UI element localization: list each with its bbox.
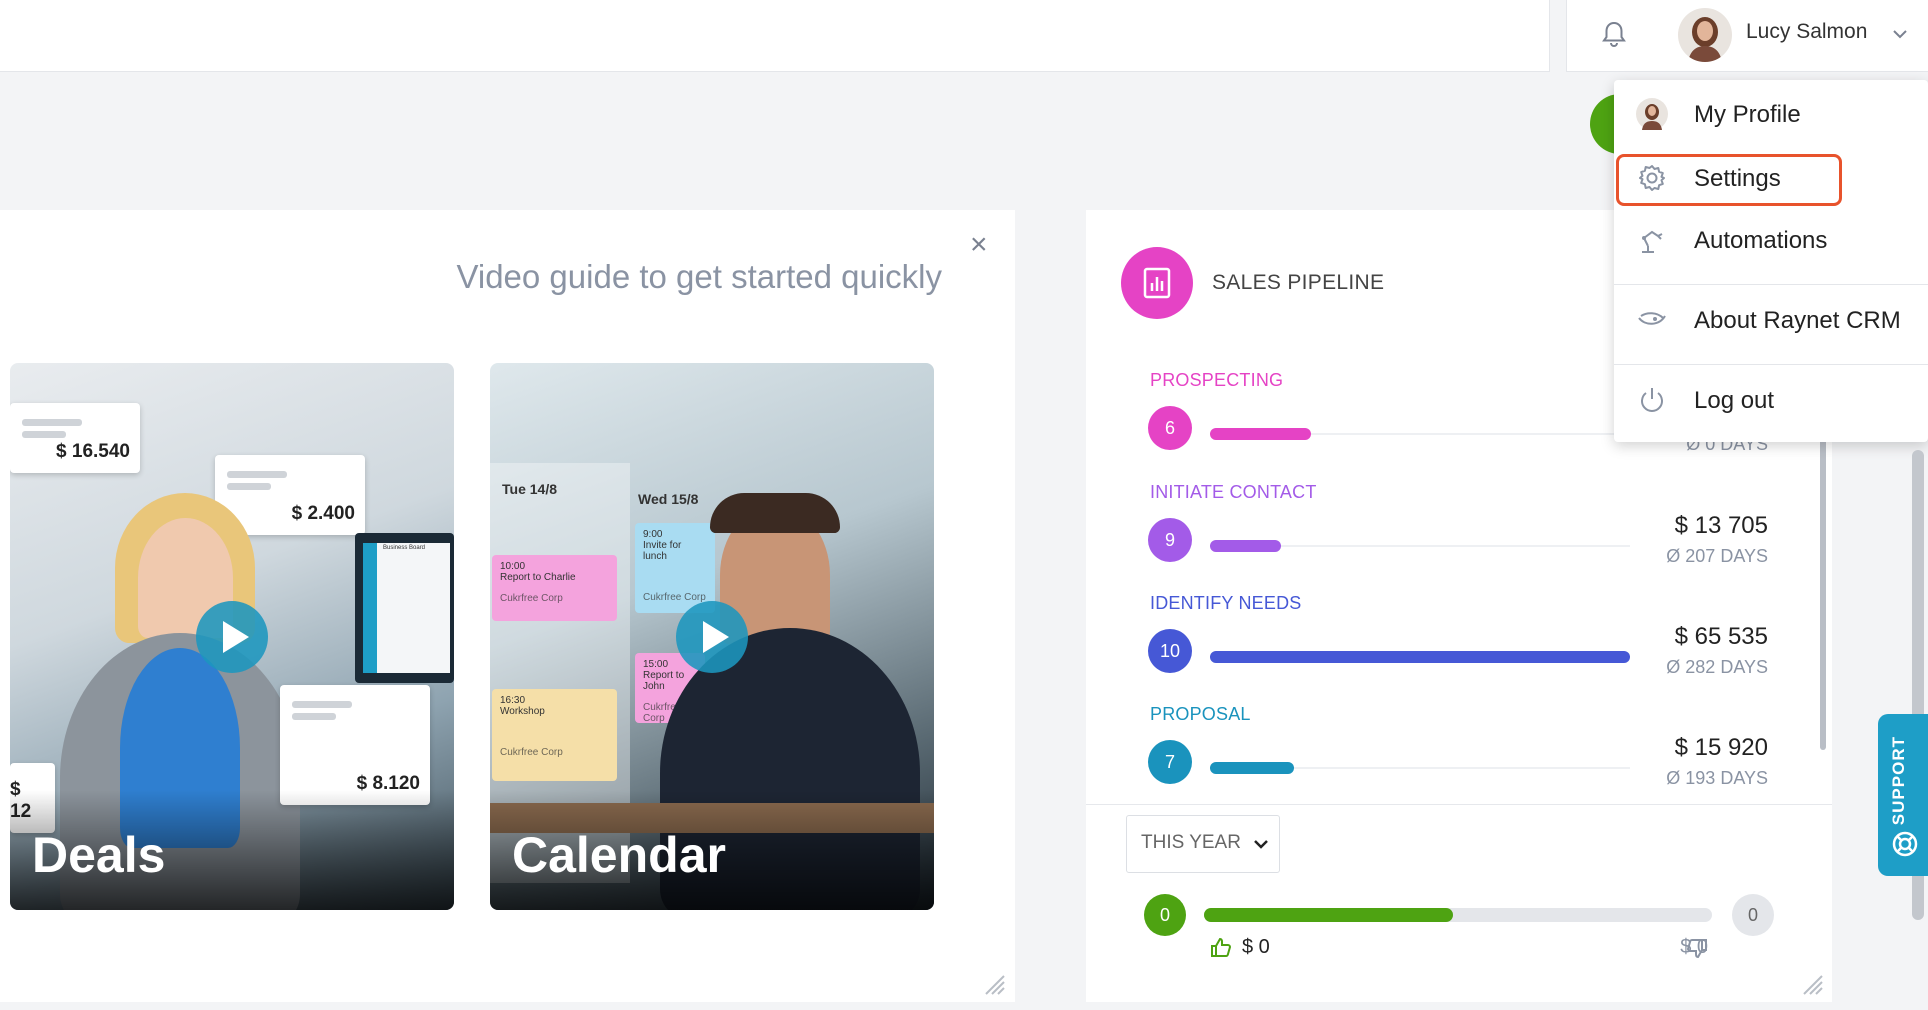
video-tile-label: Deals xyxy=(32,827,166,883)
raynet-logo-icon xyxy=(1638,312,1666,325)
stage-days: Ø 207 DAYS xyxy=(1666,546,1768,566)
stage-progress-bar xyxy=(1210,762,1294,774)
stage-name: PROPOSAL xyxy=(1150,704,1251,724)
bell-icon[interactable] xyxy=(1598,18,1630,50)
chart-icon xyxy=(1121,247,1193,319)
menu-item-label: Automations xyxy=(1694,227,1828,254)
close-icon[interactable]: × xyxy=(970,228,988,262)
monitor: Business Board xyxy=(355,533,454,683)
pipeline-title: SALES PIPELINE xyxy=(1212,271,1385,294)
resize-handle-icon[interactable] xyxy=(982,972,1006,996)
play-icon[interactable] xyxy=(676,601,748,673)
video-guide-title: Video guide to get started quickly xyxy=(456,258,942,295)
video-tile-label: Calendar xyxy=(512,827,726,883)
power-icon xyxy=(1641,388,1663,412)
top-bar xyxy=(0,0,1550,72)
settings-highlight xyxy=(1616,154,1842,206)
period-label: THIS YEAR xyxy=(1141,832,1241,853)
stage-days: Ø 282 DAYS xyxy=(1666,657,1768,677)
person-hair xyxy=(710,493,840,533)
stage-count-badge: 9 xyxy=(1148,518,1192,562)
menu-item-my-profile[interactable]: My Profile xyxy=(1614,86,1928,142)
avatar-icon xyxy=(1636,98,1668,130)
stage-amount: $ 15 920 xyxy=(1674,734,1768,761)
menu-item-about[interactable]: About Raynet CRM xyxy=(1614,292,1928,348)
support-label: SUPPORT xyxy=(1889,736,1908,826)
video-guide-card: Video guide to get started quickly × $ 1… xyxy=(0,210,1015,1002)
user-name[interactable]: Lucy Salmon xyxy=(1746,20,1867,44)
chevron-down-icon xyxy=(1254,840,1268,849)
chevron-down-icon[interactable] xyxy=(1890,24,1910,44)
menu-divider xyxy=(1614,284,1928,285)
lost-count-badge: 0 xyxy=(1732,894,1774,936)
divider xyxy=(1086,804,1832,805)
stage-progress-bar xyxy=(1210,651,1630,663)
won-progress-bar xyxy=(1204,908,1453,922)
calendar-note: 10:00 Report to Charlie Cukrfree Corp xyxy=(492,555,617,621)
menu-item-label: My Profile xyxy=(1694,101,1801,128)
robot-arm-icon xyxy=(1642,230,1663,253)
stage-amount: $ 13 705 xyxy=(1674,512,1768,539)
stage-progress-bar xyxy=(1210,540,1281,552)
stage-amount: $ 65 535 xyxy=(1674,623,1768,650)
stage-name: INITIATE CONTACT xyxy=(1150,482,1317,502)
lifebuoy-icon xyxy=(1892,831,1918,857)
floating-card: $ 16.540 xyxy=(10,403,140,473)
period-select[interactable]: THIS YEAR xyxy=(1126,815,1280,873)
stage-count-badge: 7 xyxy=(1148,740,1192,784)
menu-item-logout[interactable]: Log out xyxy=(1614,372,1928,428)
stage-name: PROSPECTING xyxy=(1150,370,1284,390)
play-icon[interactable] xyxy=(196,601,268,673)
stage-progress-bar xyxy=(1210,428,1311,440)
stage-days: Ø 193 DAYS xyxy=(1666,768,1768,788)
stage-count-badge: 6 xyxy=(1148,406,1192,450)
floating-card: $ 8.120 xyxy=(280,685,430,805)
date-label: Tue 14/8 xyxy=(502,481,557,497)
calendar-note: 9:00 Invite for lunch Cukrfree Corp xyxy=(635,523,715,613)
menu-divider xyxy=(1614,364,1928,365)
menu-item-label: Log out xyxy=(1694,387,1775,414)
calendar-note: 16:30 Workshop Cukrfree Corp xyxy=(492,689,617,781)
avatar[interactable] xyxy=(1678,8,1732,62)
stage-name: IDENTIFY NEEDS xyxy=(1150,593,1302,613)
won-amount: $ 0 xyxy=(1242,936,1270,958)
video-tile-deals[interactable]: $ 16.540 $ 2.400 Business Board $ 8.120 … xyxy=(10,363,454,910)
menu-item-automations[interactable]: Automations xyxy=(1614,212,1928,268)
menu-item-label: About Raynet CRM xyxy=(1694,307,1901,334)
stage-count-badge: 10 xyxy=(1148,629,1192,673)
thumbs-down-icon xyxy=(1686,939,1707,959)
support-tab[interactable]: SUPPORT xyxy=(1878,714,1928,876)
resize-handle-icon[interactable] xyxy=(1800,972,1824,996)
scrollbar[interactable] xyxy=(1820,420,1826,750)
thumbs-up-icon xyxy=(1211,937,1232,957)
user-menu: My Profile Settings Automations About Ra… xyxy=(1614,80,1928,442)
won-count-badge: 0 xyxy=(1144,894,1186,936)
video-tile-calendar[interactable]: Tue 14/8 Wed 15/8 10:00 Report to Charli… xyxy=(490,363,934,910)
date-label: Wed 15/8 xyxy=(638,491,699,507)
